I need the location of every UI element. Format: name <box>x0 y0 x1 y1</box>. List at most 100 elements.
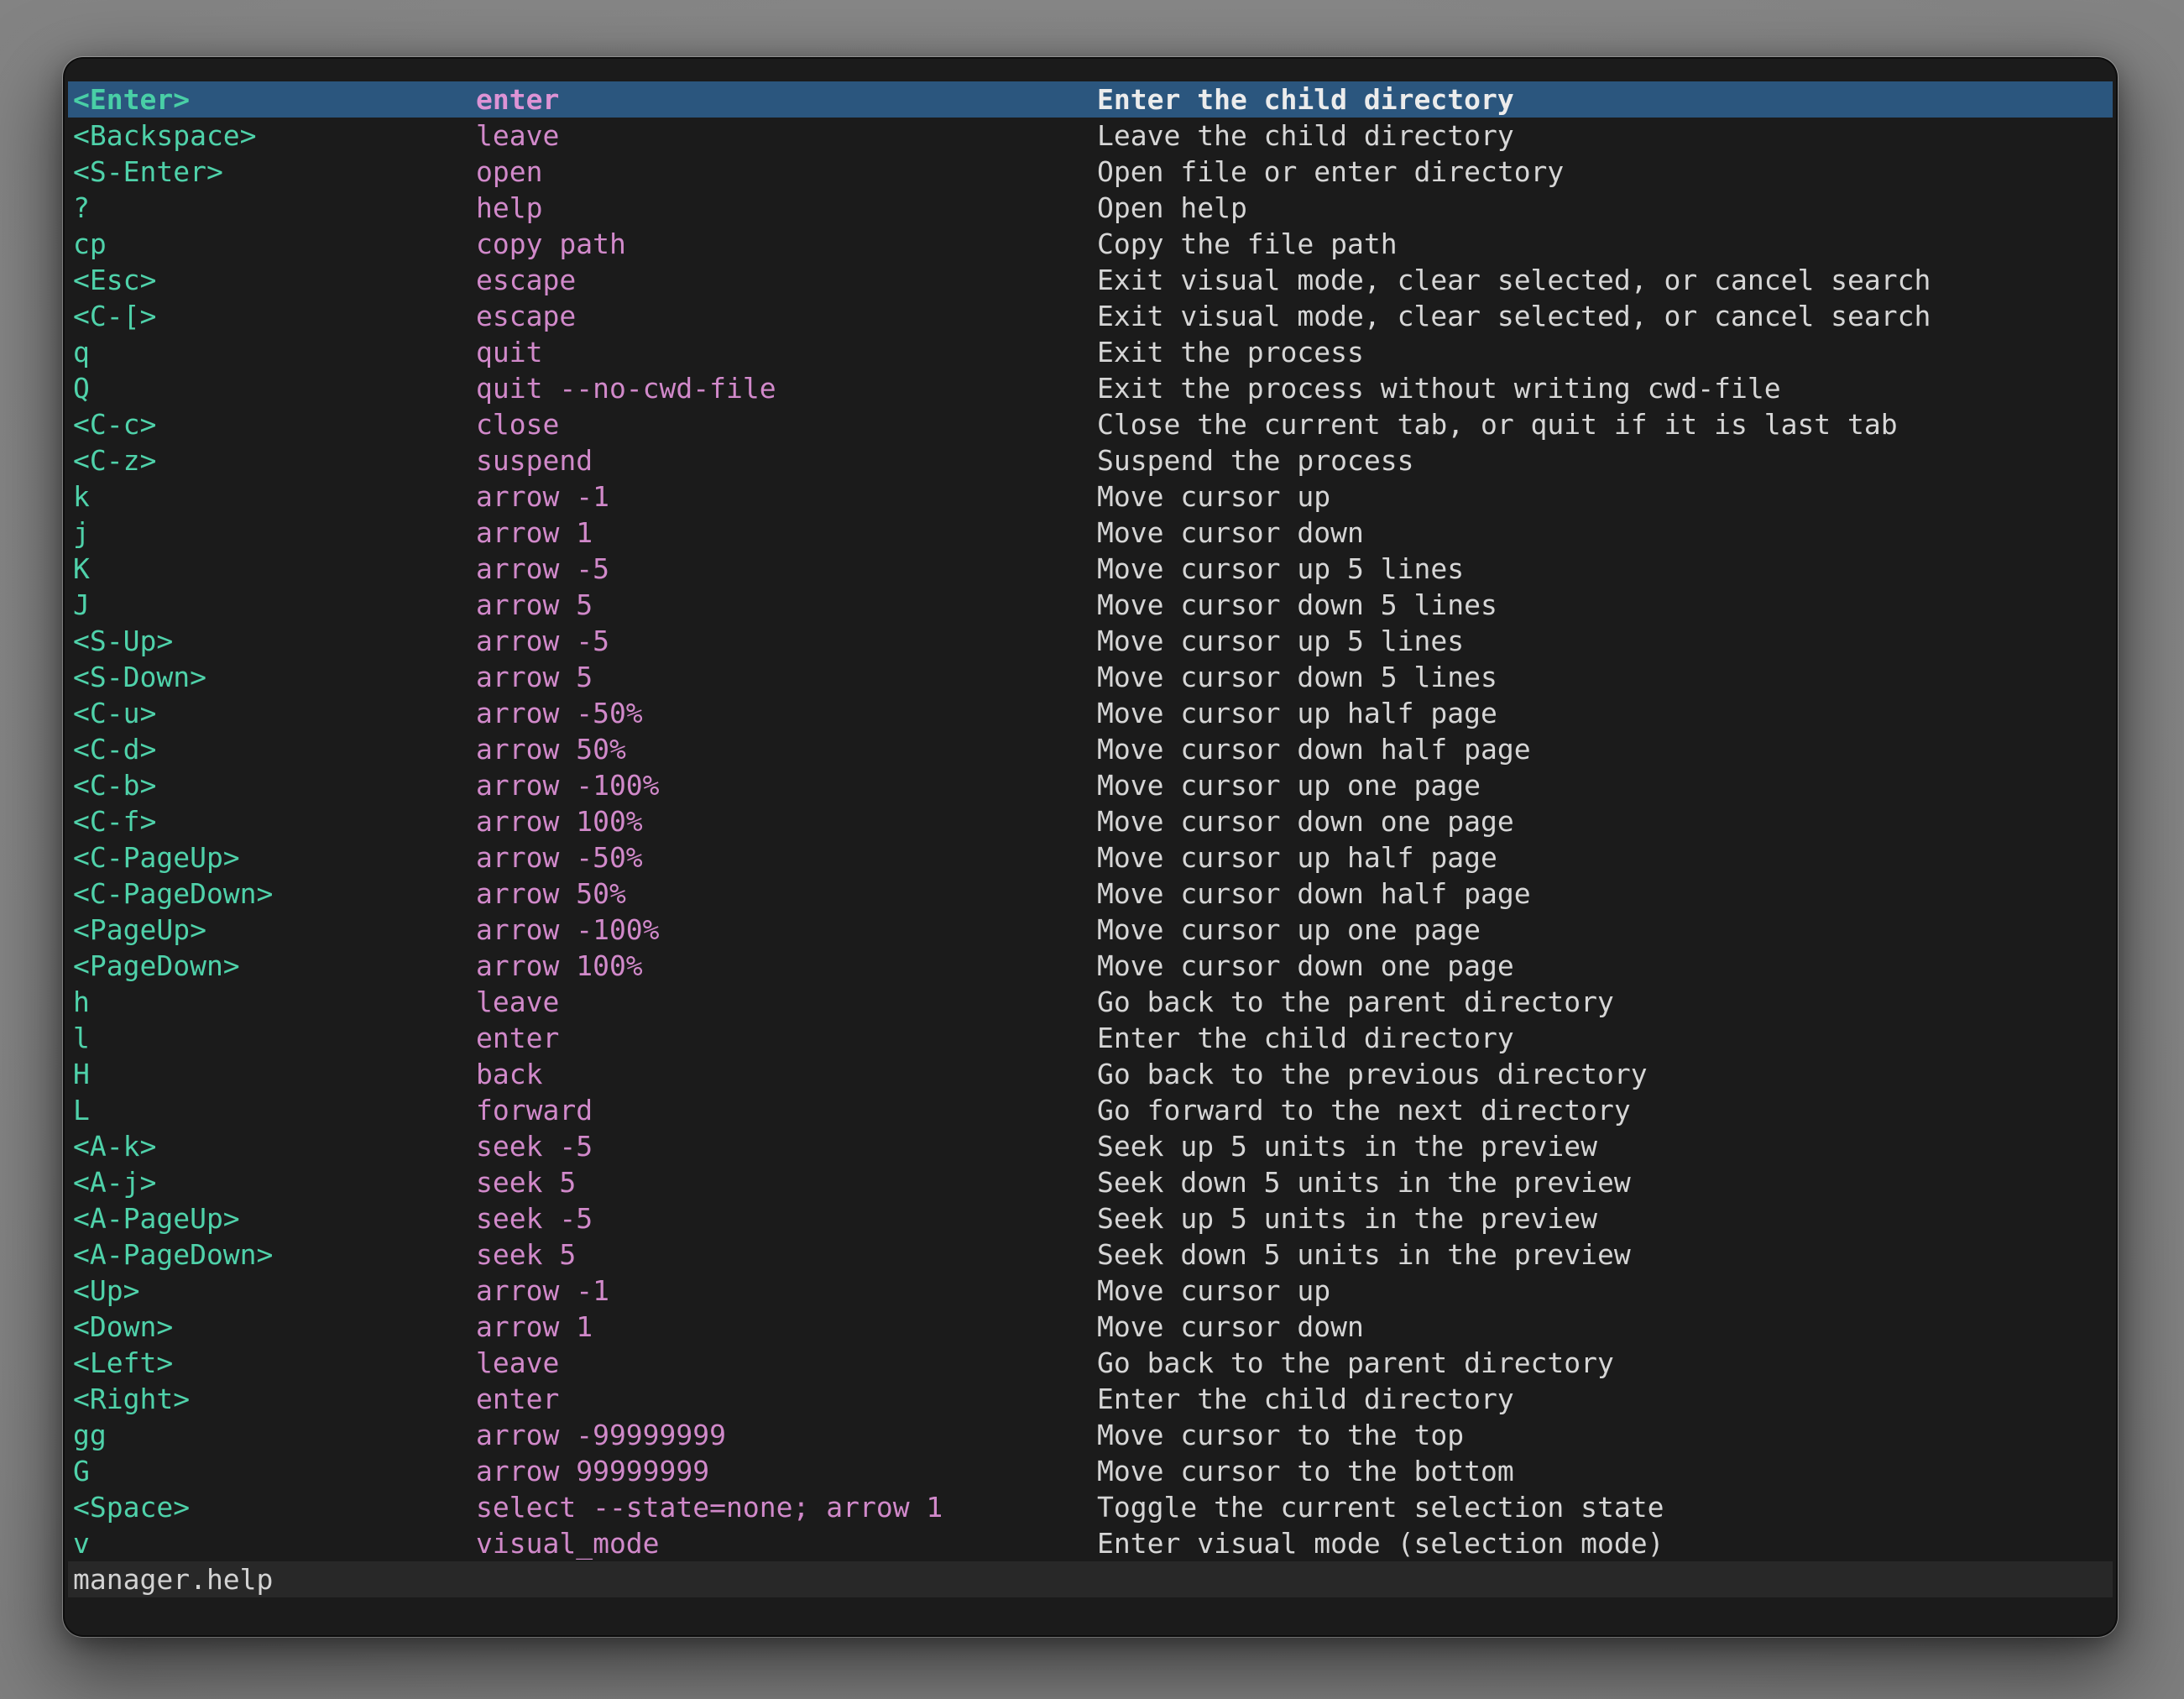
keybind-row[interactable]: q quit Exit the process <box>68 334 2113 370</box>
keybind-row[interactable]: <Left> leave Go back to the parent direc… <box>68 1345 2113 1381</box>
keybind-row[interactable]: gg arrow -99999999 Move cursor to the to… <box>68 1417 2113 1453</box>
keybind-row[interactable]: <Backspace> leave Leave the child direct… <box>68 118 2113 154</box>
key-cell: <Backspace> <box>73 118 257 154</box>
key-cell: <Up> <box>73 1273 139 1309</box>
key-cell: <C-f> <box>73 803 156 839</box>
key-cell: <C-u> <box>73 695 156 731</box>
description-cell: Move cursor down half page <box>1097 731 1531 767</box>
key-cell: <Enter> <box>73 81 190 118</box>
description-cell: Move cursor down <box>1097 515 1364 551</box>
keybind-row[interactable]: <PageDown> arrow 100% Move cursor down o… <box>68 948 2113 984</box>
description-cell: Open file or enter directory <box>1097 154 1564 190</box>
command-cell: leave <box>476 1345 559 1381</box>
command-cell: enter <box>476 1381 559 1417</box>
keybind-row[interactable]: <Right> enter Enter the child directory <box>68 1381 2113 1417</box>
description-cell: Seek up 5 units in the preview <box>1097 1200 1597 1236</box>
command-cell: leave <box>476 984 559 1020</box>
command-cell: arrow -99999999 <box>476 1417 726 1453</box>
command-cell: arrow -100% <box>476 912 660 948</box>
keybind-row[interactable]: <C-u> arrow -50% Move cursor up half pag… <box>68 695 2113 731</box>
keybind-row[interactable]: <S-Enter> open Open file or enter direct… <box>68 154 2113 190</box>
key-cell: k <box>73 478 90 515</box>
keybind-row[interactable]: j arrow 1 Move cursor down <box>68 515 2113 551</box>
terminal-window[interactable]: <Enter> enter Enter the child directory … <box>65 59 2116 1635</box>
keybind-row[interactable]: <A-PageUp> seek -5 Seek up 5 units in th… <box>68 1200 2113 1236</box>
keybind-row[interactable]: <C-d> arrow 50% Move cursor down half pa… <box>68 731 2113 767</box>
key-cell: h <box>73 984 90 1020</box>
key-cell: <A-k> <box>73 1128 156 1164</box>
keybind-row[interactable]: v visual_mode Enter visual mode (selecti… <box>68 1525 2113 1561</box>
key-cell: ? <box>73 190 90 226</box>
command-cell: visual_mode <box>476 1525 660 1561</box>
keybind-row[interactable]: <C-PageDown> arrow 50% Move cursor down … <box>68 876 2113 912</box>
key-cell: l <box>73 1020 90 1056</box>
description-cell: Exit the process <box>1097 334 1364 370</box>
description-cell: Go forward to the next directory <box>1097 1092 1631 1128</box>
description-cell: Enter visual mode (selection mode) <box>1097 1525 1664 1561</box>
command-cell: arrow 99999999 <box>476 1453 709 1489</box>
description-cell: Move cursor up 5 lines <box>1097 623 1464 659</box>
description-cell: Move cursor down one page <box>1097 948 1514 984</box>
keybind-row[interactable]: <C-z> suspend Suspend the process <box>68 442 2113 478</box>
description-cell: Go back to the parent directory <box>1097 1345 1614 1381</box>
keybind-row[interactable]: <A-k> seek -5 Seek up 5 units in the pre… <box>68 1128 2113 1164</box>
key-cell: <PageUp> <box>73 912 206 948</box>
command-cell: forward <box>476 1092 593 1128</box>
description-cell: Enter the child directory <box>1097 1381 1514 1417</box>
keybind-row[interactable]: K arrow -5 Move cursor up 5 lines <box>68 551 2113 587</box>
command-cell: seek 5 <box>476 1164 576 1200</box>
keybind-row[interactable]: ? help Open help <box>68 190 2113 226</box>
description-cell: Move cursor up half page <box>1097 695 1497 731</box>
key-cell: <S-Up> <box>73 623 173 659</box>
description-cell: Move cursor down 5 lines <box>1097 587 1497 623</box>
key-cell: <Down> <box>73 1309 173 1345</box>
key-cell: <Space> <box>73 1489 190 1525</box>
keybind-row[interactable]: <C-PageUp> arrow -50% Move cursor up hal… <box>68 839 2113 876</box>
key-cell: <C-[> <box>73 298 156 334</box>
command-cell: arrow -1 <box>476 1273 609 1309</box>
keybind-row[interactable]: <C-b> arrow -100% Move cursor up one pag… <box>68 767 2113 803</box>
keybind-row[interactable]: <Enter> enter Enter the child directory <box>68 81 2113 118</box>
keybind-row[interactable]: <Space> select --state=none; arrow 1 Tog… <box>68 1489 2113 1525</box>
description-cell: Move cursor to the bottom <box>1097 1453 1514 1489</box>
keybind-row[interactable]: <C-[> escape Exit visual mode, clear sel… <box>68 298 2113 334</box>
command-cell: close <box>476 406 559 442</box>
description-cell: Toggle the current selection state <box>1097 1489 1664 1525</box>
description-cell: Go back to the previous directory <box>1097 1056 1648 1092</box>
command-cell: back <box>476 1056 542 1092</box>
keybind-row[interactable]: <PageUp> arrow -100% Move cursor up one … <box>68 912 2113 948</box>
keybind-row[interactable]: k arrow -1 Move cursor up <box>68 478 2113 515</box>
description-cell: Close the current tab, or quit if it is … <box>1097 406 1898 442</box>
keybind-row[interactable]: L forward Go forward to the next directo… <box>68 1092 2113 1128</box>
command-cell: arrow 5 <box>476 587 593 623</box>
key-cell: <A-PageDown> <box>73 1236 273 1273</box>
keybind-row[interactable]: J arrow 5 Move cursor down 5 lines <box>68 587 2113 623</box>
description-cell: Enter the child directory <box>1097 81 1514 118</box>
command-cell: arrow -50% <box>476 839 643 876</box>
keybind-row[interactable]: <Up> arrow -1 Move cursor up <box>68 1273 2113 1309</box>
keybind-row[interactable]: <A-PageDown> seek 5 Seek down 5 units in… <box>68 1236 2113 1273</box>
keybind-row[interactable]: cp copy path Copy the file path <box>68 226 2113 262</box>
keybind-row[interactable]: <A-j> seek 5 Seek down 5 units in the pr… <box>68 1164 2113 1200</box>
key-cell: v <box>73 1525 90 1561</box>
keybind-row[interactable]: <Esc> escape Exit visual mode, clear sel… <box>68 262 2113 298</box>
command-cell: arrow 1 <box>476 515 593 551</box>
command-cell: quit <box>476 334 542 370</box>
keybind-row[interactable]: <C-f> arrow 100% Move cursor down one pa… <box>68 803 2113 839</box>
keybind-row[interactable]: <C-c> close Close the current tab, or qu… <box>68 406 2113 442</box>
keybind-row[interactable]: G arrow 99999999 Move cursor to the bott… <box>68 1453 2113 1489</box>
keybind-row[interactable]: H back Go back to the previous directory <box>68 1056 2113 1092</box>
keybind-row[interactable]: Q quit --no-cwd-file Exit the process wi… <box>68 370 2113 406</box>
keybind-row[interactable]: <Down> arrow 1 Move cursor down <box>68 1309 2113 1345</box>
command-cell: quit --no-cwd-file <box>476 370 776 406</box>
command-cell: seek -5 <box>476 1128 593 1164</box>
keybind-row[interactable]: h leave Go back to the parent directory <box>68 984 2113 1020</box>
command-cell: arrow 50% <box>476 731 626 767</box>
keybind-row[interactable]: <S-Up> arrow -5 Move cursor up 5 lines <box>68 623 2113 659</box>
key-cell: G <box>73 1453 90 1489</box>
command-cell: arrow 5 <box>476 659 593 695</box>
keybind-row[interactable]: l enter Enter the child directory <box>68 1020 2113 1056</box>
command-cell: enter <box>476 81 559 118</box>
keybind-row[interactable]: <S-Down> arrow 5 Move cursor down 5 line… <box>68 659 2113 695</box>
description-cell: Move cursor up half page <box>1097 839 1497 876</box>
